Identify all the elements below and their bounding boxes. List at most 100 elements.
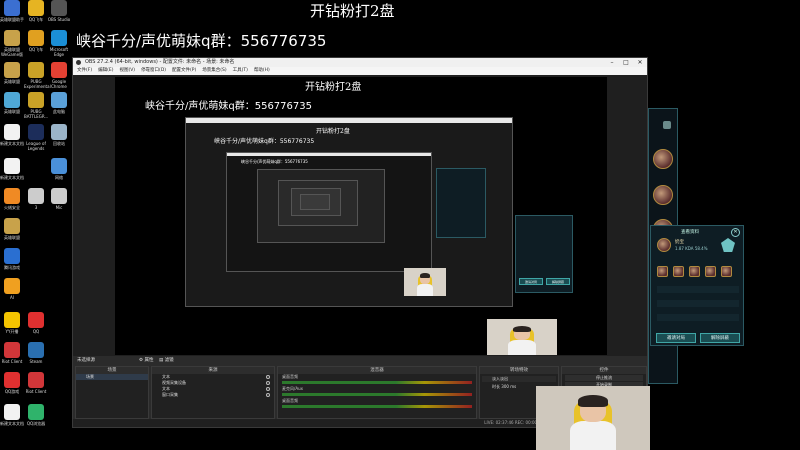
- volume-meter[interactable]: [282, 405, 472, 408]
- desktop-icon[interactable]: Google Chrome: [47, 62, 71, 89]
- app-icon: [51, 62, 67, 78]
- desktop-icon-label: YY开播: [5, 329, 19, 334]
- invite-match-button[interactable]: 邀请对局: [656, 333, 696, 343]
- desktop-icon[interactable]: 回收站: [47, 124, 71, 146]
- desktop-icon[interactable]: 3: [24, 188, 48, 210]
- menu-item[interactable]: 文件(F): [77, 68, 92, 73]
- desktop-icon-label: 腾讯游戏: [4, 265, 20, 270]
- obs-preview[interactable]: 开钻粉打2盘 峡谷千分/声优萌妹q群：556776735 开钻粉打2盘 峡谷千分…: [115, 77, 607, 355]
- volume-meter[interactable]: [282, 393, 472, 396]
- desktop-icon[interactable]: PUBG Experimental: [24, 62, 51, 89]
- desktop-icon[interactable]: 新建文本文档: [0, 158, 24, 180]
- desktop-icon[interactable]: YY开播: [0, 312, 24, 334]
- menu-item[interactable]: 帮助(H): [254, 68, 270, 73]
- source-item[interactable]: 窗口采集: [152, 392, 274, 398]
- desktop-icon[interactable]: 火绒安全: [0, 188, 24, 210]
- desktop-icon[interactable]: 英雄联盟: [0, 218, 24, 240]
- desktop-icon-label: Riot Client: [25, 389, 47, 394]
- app-icon: [4, 30, 20, 46]
- desktop-icon[interactable]: 英雄联盟助手: [0, 0, 24, 22]
- obs-title-bar[interactable]: OBS 27.2.4 (64-bit, windows) - 配置文件: 未命名…: [73, 58, 647, 67]
- source-label: 文本: [162, 374, 170, 379]
- desktop-icon[interactable]: AI: [0, 278, 24, 300]
- desktop-icon[interactable]: QQ游戏: [0, 372, 24, 394]
- menu-item[interactable]: 工具(T): [233, 68, 248, 73]
- desktop-icon[interactable]: QQ: [24, 312, 48, 334]
- properties-button[interactable]: ⚙ 属性: [139, 357, 153, 363]
- menu-item[interactable]: 视图(V): [119, 68, 135, 73]
- desktop-icon[interactable]: QQ飞车: [24, 0, 48, 22]
- maximize-button[interactable]: □: [619, 58, 633, 67]
- desktop-icon-label: Riot Client: [1, 359, 23, 364]
- menu-item[interactable]: 停靠窗口(D): [141, 68, 166, 73]
- desktop-icon[interactable]: Riot Client: [24, 372, 48, 394]
- desktop-icon-label: 火绒安全: [4, 205, 20, 210]
- source-label: 窗口采集: [162, 392, 178, 397]
- visibility-icon[interactable]: [266, 381, 270, 385]
- menu-item[interactable]: 配置文件(P): [172, 68, 196, 73]
- mixer-dock: 混音器 桌面音频 麦克风/Aux 桌面音频: [277, 366, 477, 419]
- desktop-icon[interactable]: 英雄联盟: [0, 92, 24, 114]
- app-icon: [4, 62, 20, 78]
- close-button[interactable]: ✕: [633, 58, 647, 67]
- desktop-icon[interactable]: OBS Studio: [47, 0, 71, 22]
- preview-overlay-group-text: 峡谷千分/声优萌妹q群：556776735: [145, 101, 312, 112]
- visibility-icon[interactable]: [266, 387, 270, 391]
- app-icon: [4, 404, 20, 420]
- minimize-button[interactable]: –: [605, 58, 619, 67]
- preview-invite-button[interactable]: 邀请对局: [519, 278, 543, 285]
- desktop-icon-label: 网络: [55, 175, 63, 180]
- desktop-icon[interactable]: 英雄联盟: [0, 62, 24, 84]
- obs-window-title: OBS 27.2.4 (64-bit, windows) - 配置文件: 未命名…: [85, 59, 235, 65]
- controls-dock-title: 控件: [562, 367, 646, 374]
- app-icon: [51, 0, 67, 16]
- app-icon: [28, 30, 44, 46]
- visibility-icon[interactable]: [266, 393, 270, 397]
- app-icon: [28, 404, 44, 420]
- scene-item[interactable]: 场景: [76, 374, 148, 380]
- app-icon: [51, 158, 67, 174]
- desktop-icon[interactable]: League of Legends: [24, 124, 48, 151]
- desktop-icon-label: 回收站: [53, 141, 65, 146]
- desktop-icon[interactable]: Riot Client: [0, 342, 24, 364]
- desktop-icon[interactable]: PUBG BATTLEGR...: [24, 92, 48, 119]
- app-icon: [28, 124, 44, 140]
- desktop-icon[interactable]: Microsoft Edge: [47, 30, 71, 57]
- champion-portrait: [653, 185, 673, 205]
- volume-meter[interactable]: [282, 381, 472, 384]
- preview-unblock-button[interactable]: 解除屏蔽: [546, 278, 570, 285]
- desktop-icon-label: QQ飞车: [28, 47, 44, 52]
- nested-title-bar-2: [227, 153, 431, 156]
- nested-overlay-group-text-2: 峡谷千分/声优萌妹q群：556776735: [241, 159, 308, 164]
- desktop-icon[interactable]: 英雄联盟 WeGame版: [0, 30, 24, 57]
- desktop-icon[interactable]: 网络: [47, 158, 71, 180]
- desktop-icon[interactable]: 腾讯游戏: [0, 248, 24, 270]
- desktop-icon-label: QQ: [32, 329, 40, 334]
- desktop-icon[interactable]: 此电脑: [47, 92, 71, 114]
- app-icon: [4, 124, 20, 140]
- nested-overlay-title: 开钻粉打2盘: [316, 128, 350, 135]
- desktop-icon[interactable]: Steam: [24, 342, 48, 364]
- preview-game-panel: 邀请对局 解除屏蔽: [515, 215, 573, 293]
- desktop-icon[interactable]: Mic: [47, 188, 71, 210]
- desktop-icon[interactable]: QQ浏览器: [24, 404, 48, 426]
- control-button[interactable]: 停止推流: [565, 375, 643, 381]
- unblock-button[interactable]: 解除屏蔽: [700, 333, 740, 343]
- desktop-icon[interactable]: 新建文本文档: [0, 124, 24, 146]
- player-name: 奶宝: [675, 240, 684, 245]
- menu-item[interactable]: 编辑(E): [98, 68, 113, 73]
- desktop-icon[interactable]: QQ飞车: [24, 30, 48, 52]
- app-icon: [4, 278, 20, 294]
- stream-overlay-group-text: 峡谷千分/声优萌妹q群：556776735: [76, 32, 327, 50]
- transition-type-select[interactable]: 淡入淡出: [482, 376, 556, 382]
- app-icon: [4, 312, 20, 328]
- mini-icon[interactable]: [663, 121, 671, 129]
- desktop-icon[interactable]: 新建文本文档: [0, 404, 24, 426]
- panel-close-icon[interactable]: ✕: [731, 228, 740, 237]
- menu-item[interactable]: 场景集合(S): [202, 68, 226, 73]
- champion-icon: [705, 266, 716, 277]
- visibility-icon[interactable]: [266, 375, 270, 379]
- desktop-icon-label: Mic: [55, 205, 63, 210]
- app-icon: [28, 92, 44, 108]
- filters-button[interactable]: ▤ 滤镜: [159, 357, 174, 363]
